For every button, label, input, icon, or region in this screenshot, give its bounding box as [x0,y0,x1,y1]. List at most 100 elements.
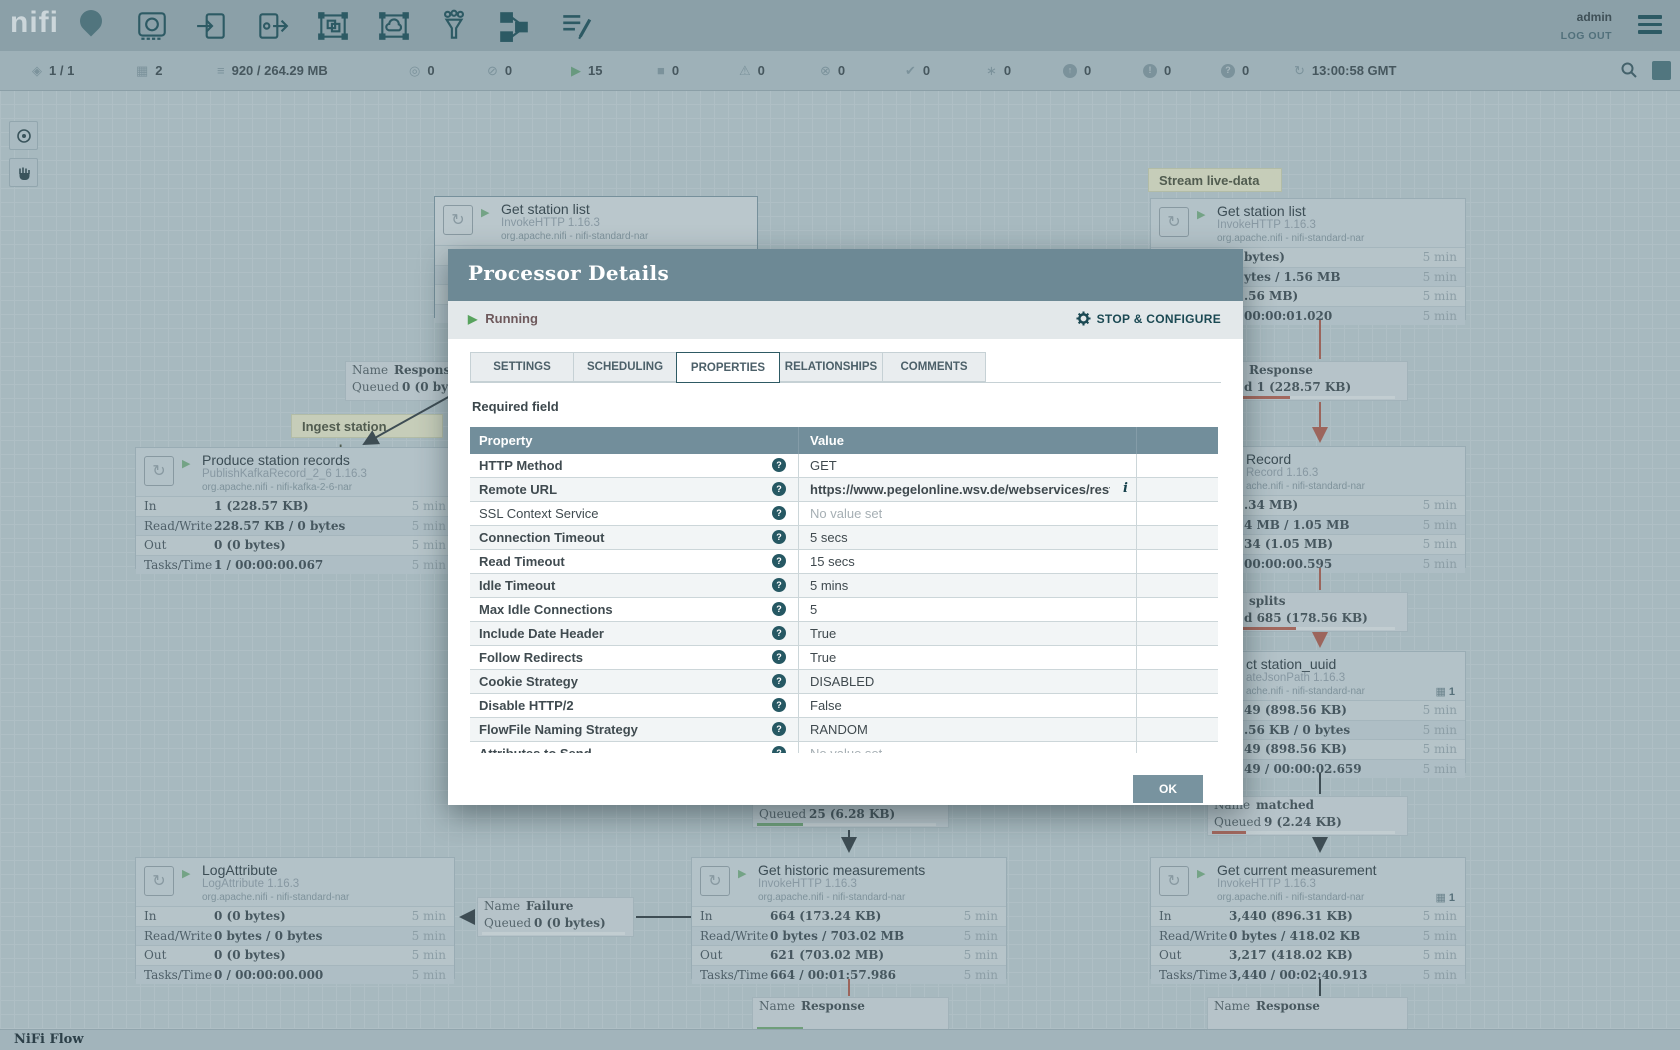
drag-funnel-icon[interactable] [437,9,471,43]
property-row[interactable]: Cookie Strategy? DISABLED [470,670,1218,694]
transmitting-icon: ◎ [409,63,420,79]
property-row[interactable]: HTTP Method? GET [470,454,1218,478]
help-icon[interactable]: ? [772,554,786,568]
status-up-to-date: ✔0 [905,51,930,90]
top-toolbar: nifi [0,0,1680,51]
ok-button[interactable]: OK [1133,775,1203,803]
property-row[interactable]: Idle Timeout? 5 mins [470,574,1218,598]
help-icon[interactable]: ? [772,602,786,616]
operate-palette-button[interactable] [9,158,38,187]
refresh-icon: ↻ [1294,63,1305,79]
birdseye-icon [15,127,33,145]
processor-get-historic-measurements[interactable]: ↻ ▶ Get historic measurements InvokeHTTP… [691,857,1007,979]
sync-failure-icon: ? [1221,64,1235,78]
nifi-drop-icon [75,5,106,36]
help-icon[interactable]: ? [772,482,786,496]
drag-remote-process-group-icon[interactable] [377,9,411,43]
tabs-divider [470,382,1221,383]
queue-progress-bar [1212,831,1246,834]
processor-icon: ↻ [700,866,730,896]
global-menu-icon[interactable] [1638,15,1662,35]
running-icon: ▶ [1197,208,1205,221]
threads-icon: ▦ [136,63,148,79]
running-icon: ▶ [481,206,489,219]
property-row[interactable]: SSL Context Service? No value set [470,502,1218,526]
processor-icon: ↻ [443,205,473,235]
breadcrumb-bar: NiFi Flow [0,1029,1680,1050]
property-row[interactable]: Read Timeout? 15 secs [470,550,1218,574]
help-icon[interactable]: ? [772,626,786,640]
processor-logattribute[interactable]: ↻ ▶ LogAttribute LogAttribute 1.16.3 org… [135,857,455,979]
drag-template-icon[interactable] [497,9,531,43]
nifi-app: Stream live-data Ingest station records … [0,0,1680,1050]
properties-table-header: Property Value [470,427,1218,454]
drag-processor-icon[interactable] [135,9,169,43]
status-disabled: ⊗0 [820,51,845,90]
processor-produce-station-records[interactable]: ↻ ▶ Produce station records PublishKafka… [135,447,455,569]
property-row[interactable]: Remote URL? https://www.pegelonline.wsv.… [470,478,1218,502]
logout-link[interactable]: LOG OUT [1561,30,1612,42]
running-icon: ▶ [571,63,581,79]
running-icon: ▶ [1197,867,1205,880]
tab-properties[interactable]: PROPERTIES [676,352,780,383]
status-stale: ↑0 [1063,51,1091,90]
status-queued: ≡920 / 264.29 MB [217,51,328,90]
tab-scheduling[interactable]: SCHEDULING [573,352,677,382]
canvas-tool-toggle[interactable] [1652,61,1671,80]
connection-label-failure[interactable]: NameFailure Queued0 (0 bytes) [477,897,634,937]
status-threads: ▦2 [136,51,163,90]
status-refresh: ↻13:00:58 GMT [1294,51,1396,90]
property-row[interactable]: FlowFile Naming Strategy? RANDOM [470,718,1218,742]
help-icon[interactable]: ? [772,458,786,472]
status-sync-failure: ?0 [1221,51,1249,90]
help-icon[interactable]: ? [772,578,786,592]
help-icon[interactable]: ? [772,530,786,544]
tab-settings[interactable]: SETTINGS [470,352,574,382]
stopped-icon: ■ [657,63,665,78]
queue-progress-bar [757,823,803,826]
stop-and-configure-button[interactable]: STOP & CONFIGURE [1076,311,1221,326]
processor-get-current-measurement[interactable]: ↻ ▶ Get current measurement InvokeHTTP 1… [1150,857,1466,979]
help-icon[interactable]: ? [772,698,786,712]
processor-run-status: ▶Running [468,311,538,326]
property-row[interactable]: Attributes to Send? No value set [470,742,1218,753]
status-invalid: ⚠0 [739,51,765,90]
processor-details-dialog: Processor Details ▶Running STOP & CONFIG… [448,249,1243,805]
info-icon[interactable]: i [1123,481,1128,496]
search-icon[interactable] [1620,61,1638,79]
navigate-palette-button[interactable] [9,121,38,150]
help-icon[interactable]: ? [772,722,786,736]
property-row[interactable]: Max Idle Connections? 5 [470,598,1218,622]
property-row[interactable]: Disable HTTP/2? False [470,694,1218,718]
breadcrumb[interactable]: NiFi Flow [14,1032,84,1047]
status-locally-modified-stale: !0 [1143,51,1171,90]
dialog-header: Processor Details [448,249,1243,301]
property-row[interactable]: Follow Redirects? True [470,646,1218,670]
cluster-icon: ◈ [32,63,42,79]
queued-icon: ≡ [217,63,225,78]
status-running: ▶15 [571,51,602,90]
flow-status-bar: ◈1 / 1 ▦2 ≡920 / 264.29 MB ◎0 ⊘0 ▶15 ■0 … [0,51,1680,91]
drag-input-port-icon[interactable] [195,9,229,43]
canvas-label-ingest-station-records[interactable]: Ingest station records [291,414,443,438]
drag-process-group-icon[interactable] [316,9,350,43]
drag-output-port-icon[interactable] [255,9,289,43]
tab-relationships[interactable]: RELATIONSHIPS [779,352,883,382]
not-transmitting-icon: ⊘ [487,63,498,79]
properties-table: Property Value HTTP Method? GET Remote U… [470,427,1218,753]
processor-icon: ↻ [1159,866,1189,896]
help-icon[interactable]: ? [772,650,786,664]
help-icon[interactable]: ? [772,746,786,753]
tab-comments[interactable]: COMMENTS [882,352,986,382]
property-row[interactable]: Connection Timeout? 5 secs [470,526,1218,550]
running-icon: ▶ [182,457,190,470]
help-icon[interactable]: ? [772,674,786,688]
running-icon: ▶ [182,867,190,880]
status-transmitting: ◎0 [409,51,435,90]
drag-label-icon[interactable] [559,9,593,43]
help-icon[interactable]: ? [772,506,786,520]
property-row[interactable]: Include Date Header? True [470,622,1218,646]
status-stopped: ■0 [657,51,679,90]
canvas-label-stream-live-data[interactable]: Stream live-data [1148,168,1282,192]
running-icon: ▶ [468,312,477,326]
